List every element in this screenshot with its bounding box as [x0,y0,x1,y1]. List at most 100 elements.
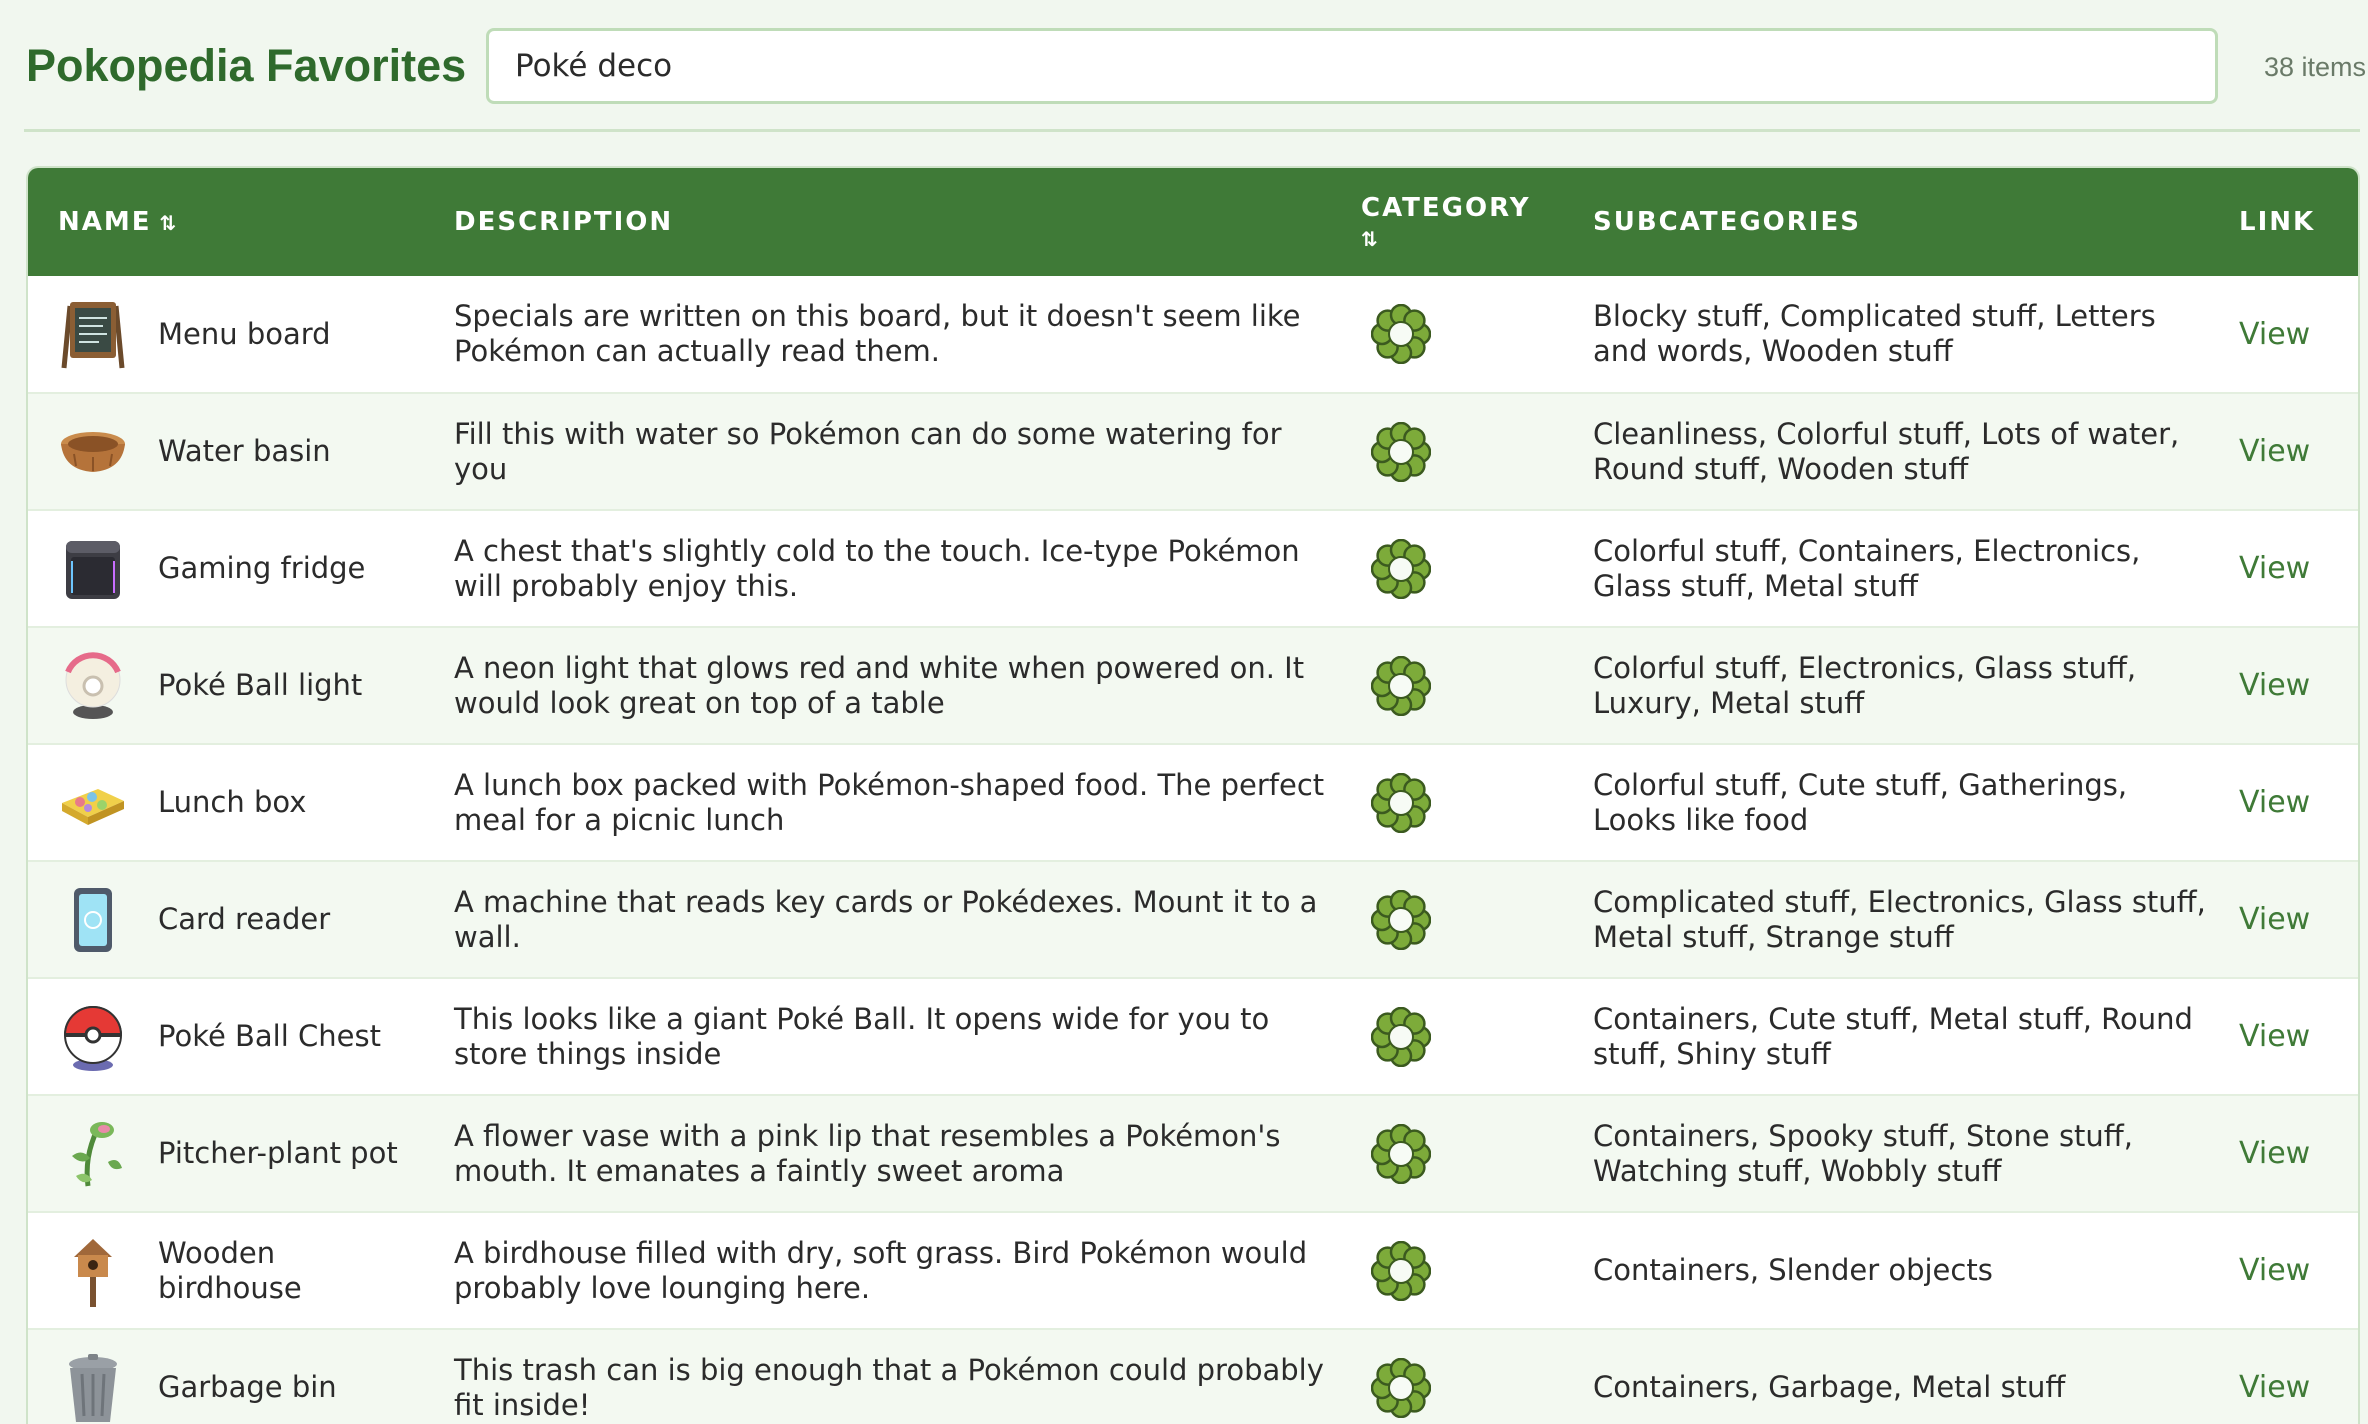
lunch-box-icon [58,765,128,841]
category-cell [1331,1095,1563,1212]
link-cell: View [2219,1329,2358,1424]
name-cell: Card reader [28,861,424,978]
app-header: Pokopedia Favorites 38 items [0,0,2368,132]
green-wreath-icon [1371,1357,1563,1418]
poke-ball-chest-icon [58,999,128,1075]
menu-board-icon [58,296,128,372]
green-wreath-icon [1371,1123,1563,1184]
item-description: A lunch box packed with Pokémon-shaped f… [454,767,1325,837]
name-cell: Wooden birdhouse [28,1212,424,1329]
poke-ball-light-icon [58,648,128,724]
name-cell: Pitcher-plant pot [28,1095,424,1212]
name-cell: Poké Ball light [28,627,424,744]
item-subcategories: Containers, Spooky stuff, Stone stuff, W… [1593,1118,2133,1188]
wooden-birdhouse-icon [58,1233,128,1309]
table-row: Lunch box A lunch box packed with Pokémon… [28,744,2358,861]
favorites-table: NAME ⇅ DESCRIPTION CATEGORY ⇅ SUBCATEGORIE… [26,166,2360,1424]
table-row: Menu board Specials are written on this b… [28,276,2358,393]
item-name: Card reader [158,902,331,936]
view-link[interactable]: View [2239,1136,2310,1171]
search-input[interactable] [486,28,2218,104]
link-cell: View [2219,1095,2358,1212]
item-subcategories: Containers, Garbage, Metal stuff [1593,1370,2066,1404]
card-reader-icon [58,882,128,958]
green-wreath-icon [1371,538,1563,599]
table-row: Poké Ball light A neon light that glows r… [28,627,2358,744]
item-subcategories: Cleanliness, Colorful stuff, Lots of wat… [1593,416,2180,486]
category-cell [1331,627,1563,744]
view-link[interactable]: View [2239,1019,2310,1054]
name-cell: Gaming fridge [28,510,424,627]
item-name: Water basin [158,434,331,468]
item-description: Specials are written on this board, but … [454,299,1301,368]
column-header-category[interactable]: CATEGORY ⇅ [1331,168,1563,276]
green-wreath-icon [1371,889,1563,950]
item-subcategories: Colorful stuff, Cute stuff, Gatherings, … [1593,767,2128,837]
item-name: Menu board [158,316,331,351]
item-description: This looks like a giant Poké Ball. It op… [454,1001,1270,1071]
item-description: A machine that reads key cards or Pokéde… [454,884,1318,954]
category-cell [1331,510,1563,627]
category-cell [1331,393,1563,510]
item-name: Lunch box [158,785,307,819]
item-name: Pitcher-plant pot [158,1136,398,1170]
category-cell [1331,276,1563,393]
view-link[interactable]: View [2239,668,2310,703]
green-wreath-icon [1371,304,1563,364]
item-description: Fill this with water so Pokémon can do s… [454,416,1282,486]
item-subcategories: Complicated stuff, Electronics, Glass st… [1593,884,2206,954]
link-cell: View [2219,627,2358,744]
item-description: A flower vase with a pink lip that resem… [454,1118,1281,1188]
item-description: This trash can is big enough that a Poké… [454,1352,1324,1422]
link-cell: View [2219,861,2358,978]
view-link[interactable]: View [2239,551,2310,586]
item-name: Wooden birdhouse [158,1235,302,1305]
green-wreath-icon [1371,421,1563,482]
garbage-bin-icon [58,1350,128,1424]
green-wreath-icon [1371,655,1563,716]
category-cell [1331,744,1563,861]
item-description: A neon light that glows red and white wh… [454,650,1305,720]
table-row: Poké Ball Chest This looks like a giant P… [28,978,2358,1095]
item-count: 38 items [2263,52,2366,82]
item-description: A birdhouse filled with dry, soft grass.… [454,1235,1308,1305]
view-link[interactable]: View [2239,434,2310,469]
link-cell: View [2219,276,2358,393]
item-subcategories: Containers, Slender objects [1593,1253,1993,1287]
sort-icon[interactable]: ⇅ [1361,227,1563,251]
link-cell: View [2219,978,2358,1095]
view-link[interactable]: View [2239,785,2310,820]
table-row: Wooden birdhouse A birdhouse filled with … [28,1212,2358,1329]
link-cell: View [2219,1212,2358,1329]
item-name: Gaming fridge [158,551,366,585]
page-title: Pokopedia Favorites [26,40,467,91]
view-link[interactable]: View [2239,902,2310,937]
link-cell: View [2219,393,2358,510]
green-wreath-icon [1371,1240,1563,1301]
table-row: Card reader A machine that reads key card… [28,861,2358,978]
table-row: Garbage bin This trash can is big enough … [28,1329,2358,1424]
item-subcategories: Colorful stuff, Electronics, Glass stuff… [1593,650,2137,720]
header-divider [24,129,2360,132]
sort-icon[interactable]: ⇅ [160,211,177,235]
column-header-name[interactable]: NAME ⇅ [28,168,424,276]
view-link[interactable]: View [2239,317,2310,352]
table-row: Gaming fridge A chest that's slightly col… [28,510,2358,627]
name-cell: Lunch box [28,744,424,861]
item-description: A chest that's slightly cold to the touc… [454,533,1300,603]
item-name: Poké Ball Chest [158,1019,381,1053]
table-row: Water basin Fill this with water so Pokém… [28,393,2358,510]
category-cell [1331,1329,1563,1424]
link-cell: View [2219,510,2358,627]
view-link[interactable]: View [2239,1253,2310,1288]
category-cell [1331,978,1563,1095]
name-cell: Water basin [28,393,424,510]
category-cell [1331,1212,1563,1329]
column-header-description: DESCRIPTION [454,207,674,237]
view-link[interactable]: View [2239,1370,2310,1405]
item-name: Poké Ball light [158,668,363,702]
pitcher-plant-pot-icon [58,1116,128,1192]
category-cell [1331,861,1563,978]
name-cell: Menu board [28,276,424,393]
column-header-subcategories: SUBCATEGORIES [1593,207,1861,237]
